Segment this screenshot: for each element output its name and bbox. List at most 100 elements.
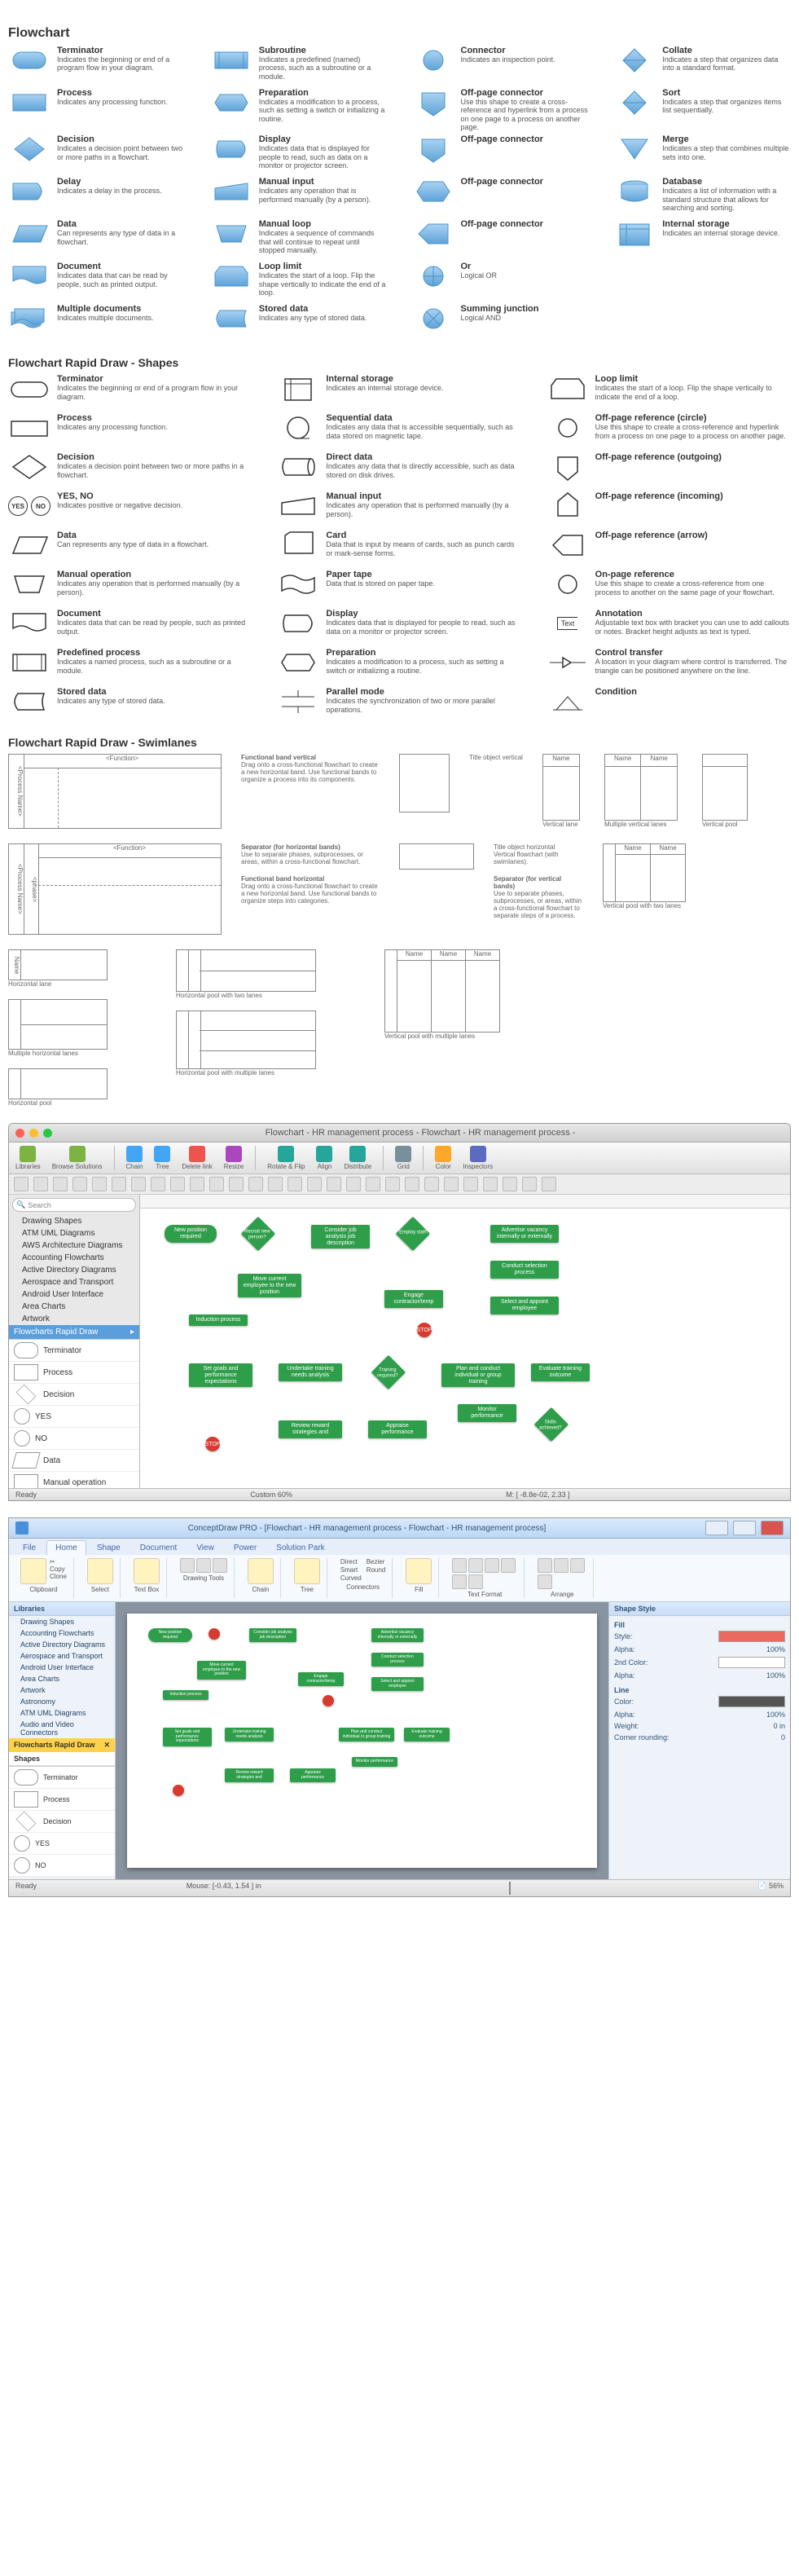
library-item[interactable]: ATM UML Diagrams bbox=[9, 1227, 139, 1240]
win-fc-header[interactable]: Flowcharts Rapid Draw✕ bbox=[9, 1738, 115, 1752]
select-button[interactable] bbox=[87, 1558, 113, 1584]
library-item[interactable]: Aerospace and Transport bbox=[9, 1650, 115, 1662]
toolbar-distribute[interactable]: Distribute bbox=[344, 1146, 371, 1170]
node-process[interactable]: Advertise vacancy internally or external… bbox=[490, 1225, 559, 1242]
library-item[interactable]: Audio and Video Connectors bbox=[9, 1719, 115, 1738]
node-process[interactable]: Evaluate training outcome bbox=[531, 1363, 590, 1380]
tool-icon[interactable] bbox=[14, 1177, 29, 1191]
tool-icon[interactable] bbox=[112, 1177, 126, 1191]
tool-icon[interactable] bbox=[503, 1177, 517, 1191]
tool-icon[interactable] bbox=[483, 1177, 498, 1191]
mac-lib-header[interactable]: Flowcharts Rapid Draw▸ bbox=[9, 1325, 139, 1339]
node-process[interactable]: Set goals and performance expectations bbox=[189, 1363, 252, 1387]
shape-list-item[interactable]: NO bbox=[9, 1428, 139, 1450]
tool-icon[interactable] bbox=[248, 1177, 263, 1191]
zoom-icon[interactable] bbox=[43, 1129, 52, 1138]
shape-list-item[interactable]: NO bbox=[9, 1855, 115, 1877]
ribbon-tab-solution park[interactable]: Solution Park bbox=[267, 1540, 333, 1555]
tool-icon[interactable] bbox=[53, 1177, 68, 1191]
library-item[interactable]: Astronomy bbox=[9, 1696, 115, 1707]
ribbon-tab-power[interactable]: Power bbox=[225, 1540, 266, 1555]
toolbar-grid[interactable]: Grid bbox=[395, 1146, 411, 1170]
library-item[interactable]: Artwork bbox=[9, 1313, 139, 1325]
tool-icon[interactable] bbox=[327, 1177, 341, 1191]
paste-button[interactable] bbox=[20, 1558, 46, 1584]
close-icon[interactable]: ✕ bbox=[103, 1741, 110, 1750]
node-process[interactable]: Review reward strategies and bbox=[279, 1420, 342, 1438]
node-process[interactable]: Undertake training needs analysis bbox=[279, 1363, 342, 1380]
tool-icon[interactable] bbox=[229, 1177, 244, 1191]
chain-button[interactable] bbox=[248, 1558, 274, 1584]
node-decision[interactable]: Training required? bbox=[371, 1355, 406, 1389]
clone-button[interactable]: Clone bbox=[50, 1573, 67, 1580]
library-item[interactable]: ATM UML Diagrams bbox=[9, 1707, 115, 1719]
colorbar[interactable] bbox=[509, 1882, 511, 1895]
shape-list-item[interactable]: YES bbox=[9, 1406, 139, 1428]
node-process[interactable]: Engage contractor/temp bbox=[384, 1290, 443, 1307]
library-item[interactable]: Aerospace and Transport bbox=[9, 1276, 139, 1288]
minimize-icon[interactable] bbox=[29, 1129, 38, 1138]
node-stop[interactable]: STOP bbox=[205, 1437, 220, 1451]
node-process[interactable]: Appraise performance bbox=[368, 1420, 427, 1438]
tool-icon[interactable] bbox=[151, 1177, 165, 1191]
shape-list-item[interactable]: Terminator bbox=[9, 1340, 139, 1362]
tool-icon[interactable] bbox=[268, 1177, 283, 1191]
shape-list-item[interactable]: Process bbox=[9, 1789, 115, 1811]
toolbar-color[interactable]: Color bbox=[435, 1146, 451, 1170]
libraries-header[interactable]: Libraries bbox=[9, 1602, 115, 1616]
shape-list-item[interactable]: Decision bbox=[9, 1811, 115, 1833]
search-input[interactable]: 🔍 Search bbox=[12, 1198, 136, 1212]
node-decision[interactable]: Employ staff? bbox=[396, 1217, 430, 1251]
node-process[interactable]: Induction process bbox=[189, 1314, 248, 1326]
toolbar-align[interactable]: Align bbox=[316, 1146, 332, 1170]
alpha-value[interactable]: 100% bbox=[766, 1645, 785, 1653]
win-titlebar[interactable]: ConceptDraw PRO - [Flowchart - HR manage… bbox=[9, 1518, 790, 1539]
shape-list-item[interactable]: YES bbox=[9, 1833, 115, 1855]
shape-list-item[interactable]: Decision bbox=[9, 1384, 139, 1406]
node-decision[interactable]: Skills achieved? bbox=[534, 1407, 569, 1442]
node-process[interactable]: Consider job analysis job description bbox=[311, 1225, 370, 1248]
tool-icon[interactable] bbox=[366, 1177, 380, 1191]
tool-icon[interactable] bbox=[385, 1177, 400, 1191]
toolbar-chain[interactable]: Chain bbox=[126, 1146, 143, 1170]
library-item[interactable]: Android User Interface bbox=[9, 1662, 115, 1673]
ribbon-tab-home[interactable]: Home bbox=[46, 1540, 86, 1555]
tool-icon[interactable] bbox=[463, 1177, 478, 1191]
library-item[interactable]: Area Charts bbox=[9, 1301, 139, 1313]
node-decision[interactable]: Recruit new person? bbox=[241, 1217, 275, 1251]
ribbon-tab-shape[interactable]: Shape bbox=[88, 1540, 130, 1555]
cut-button[interactable]: ✂ bbox=[50, 1558, 67, 1565]
node-process[interactable]: Move current employee to the new positio… bbox=[238, 1274, 301, 1297]
library-item[interactable]: Active Directory Diagrams bbox=[9, 1264, 139, 1276]
toolbar-resize[interactable]: Resize bbox=[224, 1146, 244, 1170]
shape-list-item[interactable]: Data bbox=[9, 1450, 139, 1472]
status-zoom[interactable]: 56% bbox=[769, 1882, 784, 1890]
tool-icon[interactable] bbox=[522, 1177, 537, 1191]
weight-value[interactable]: 0 in bbox=[773, 1722, 785, 1730]
status-zoom[interactable]: Custom 60% bbox=[250, 1491, 292, 1499]
mac-canvas[interactable]: New position required Recruit new person… bbox=[140, 1195, 790, 1488]
node-process[interactable]: Conduct selection process bbox=[490, 1261, 559, 1278]
minimize-button[interactable] bbox=[705, 1521, 728, 1535]
tool-icon[interactable] bbox=[209, 1177, 224, 1191]
line-color-swatch[interactable] bbox=[718, 1696, 785, 1707]
node-process[interactable]: Monitor performance bbox=[458, 1404, 516, 1421]
fill-button[interactable] bbox=[406, 1558, 432, 1584]
tool-icon[interactable] bbox=[33, 1177, 48, 1191]
copy-button[interactable]: Copy bbox=[50, 1565, 67, 1573]
close-button[interactable] bbox=[761, 1521, 784, 1535]
tool-icon[interactable] bbox=[288, 1177, 302, 1191]
second-color-swatch[interactable] bbox=[718, 1657, 785, 1668]
tool-icon[interactable] bbox=[307, 1177, 322, 1191]
library-item[interactable]: Drawing Shapes bbox=[9, 1215, 139, 1227]
tool-icon[interactable] bbox=[424, 1177, 439, 1191]
tool-icon[interactable] bbox=[190, 1177, 204, 1191]
tree-button[interactable] bbox=[294, 1558, 320, 1584]
tool-icon[interactable] bbox=[170, 1177, 185, 1191]
ribbon-tab-document[interactable]: Document bbox=[131, 1540, 187, 1555]
mac-titlebar[interactable]: Flowchart - HR management process - Flow… bbox=[9, 1124, 790, 1143]
toolbar-libraries[interactable]: Libraries bbox=[15, 1146, 41, 1170]
shape-list-item[interactable]: Process bbox=[9, 1362, 139, 1384]
maximize-button[interactable] bbox=[733, 1521, 756, 1535]
library-item[interactable]: Android User Interface bbox=[9, 1288, 139, 1301]
